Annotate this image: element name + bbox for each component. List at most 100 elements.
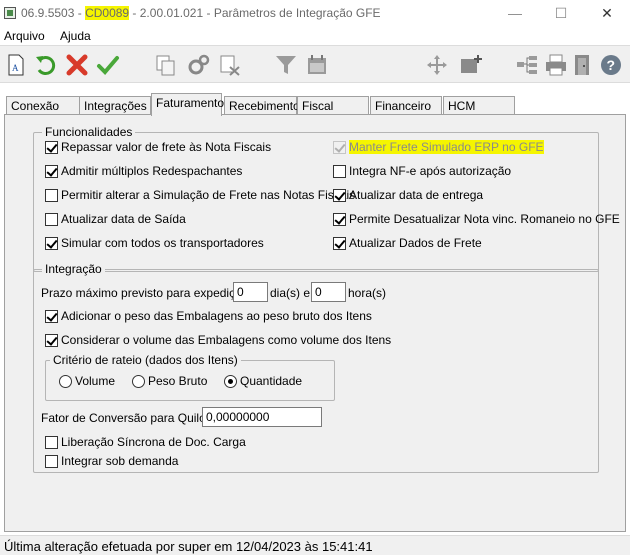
checkbox-label: Admitir múltiplos Redespachantes [61,164,243,178]
checkbox-box[interactable] [45,435,58,449]
radio-dot[interactable] [132,374,145,388]
status-bar: Última alteração efetuada por super em 1… [0,535,630,555]
menu-ajuda[interactable]: Ajuda [60,29,91,43]
fator-input[interactable] [202,407,322,427]
checkbox-box[interactable] [45,164,58,178]
print-icon[interactable] [543,52,569,78]
checkbox-simular-transportadores[interactable]: Simular com todos os transportadores [45,236,264,250]
checkbox-desatualizar-nota[interactable]: Permite Desatualizar Nota vinc. Romaneio… [333,212,620,226]
tree-icon[interactable] [514,52,540,78]
copy-icon[interactable] [153,52,179,78]
checkbox-box[interactable] [333,212,346,226]
title-highlight: CD0089 [85,6,130,20]
radio-label: Volume [75,374,116,388]
horas-suffix: hora(s) [348,286,387,300]
checkbox-box[interactable] [45,333,58,347]
criterio-legend: Critério de rateio (dados dos Itens) [50,353,241,367]
checkbox-repassar-frete[interactable]: Repassar valor de frete às Nota Fiscais [45,140,271,154]
help-icon[interactable]: ? [598,52,624,78]
checkbox-atualizar-dados-frete[interactable]: Atualizar Dados de Frete [333,236,482,250]
checkbox-box [333,140,346,154]
maximize-button[interactable]: ☐ [538,2,584,24]
app-icon [4,7,16,19]
funcionalidades-legend: Funcionalidades [42,125,136,139]
calendar-icon[interactable] [304,52,330,78]
tab-faturamento[interactable]: Faturamento [151,93,224,116]
tab-hcm[interactable]: HCM [443,96,515,115]
checkbox-box[interactable] [333,188,346,202]
radio-quantidade[interactable]: Quantidade [224,374,302,388]
checkbox-label: Simular com todos os transportadores [61,236,264,250]
checkbox-label: Repassar valor de frete às Nota Fiscais [61,140,272,154]
tab-financeiro[interactable]: Financeiro [370,96,442,115]
gears-icon[interactable] [186,52,212,78]
fator-label: Fator de Conversão para Quilos: [41,411,216,425]
checkbox-label: Atualizar Dados de Frete [349,236,482,250]
title-suffix: - 2.00.01.021 - Parâmetros de Integração… [129,6,381,20]
document-icon[interactable]: A [3,52,29,78]
dias-input[interactable] [233,282,268,302]
checkbox-label: Liberação Síncrona de Doc. Carga [61,435,246,449]
window-title: 06.9.5503 - CD0089 - 2.00.01.021 - Parâm… [21,6,381,20]
checkbox-label: Considerar o volume das Embalagens como … [61,333,392,347]
radio-peso-bruto[interactable]: Peso Bruto [132,374,207,388]
checkbox-integra-nfe[interactable]: Integra NF-e após autorização [333,164,511,178]
prazo-label: Prazo máximo previsto para expedição: [41,286,252,300]
minimize-button[interactable]: — [492,2,538,24]
checkbox-manter-frete-simulado: Manter Frete Simulado ERP no GFE [333,140,544,154]
checkbox-label: Atualizar data de entrega [349,188,484,202]
checkbox-label: Permite Desatualizar Nota vinc. Romaneio… [349,212,620,226]
horas-input[interactable] [311,282,346,302]
checkbox-box[interactable] [45,454,58,468]
checkbox-label: Integra NF-e após autorização [349,164,512,178]
checkbox-alterar-simulacao[interactable]: Permitir alterar a Simulação de Frete na… [45,188,355,202]
tab-recebimento[interactable]: Recebimento [224,96,300,115]
menu-bar: Arquivo Ajuda [0,27,630,45]
faturamento-panel: Funcionalidades Repassar valor de frete … [4,114,626,532]
menu-arquivo[interactable]: Arquivo [4,29,45,43]
checkbox-label: Permitir alterar a Simulação de Frete na… [61,188,356,202]
move-icon[interactable] [424,52,450,78]
exit-icon[interactable] [570,52,596,78]
radio-dot[interactable] [59,374,72,388]
checkbox-considerar-volume[interactable]: Considerar o volume das Embalagens como … [45,333,391,347]
checkbox-atualizar-data-saida[interactable]: Atualizar data de Saída [45,212,186,226]
checkbox-box[interactable] [45,236,58,250]
tab-strip: Conexão Integrações Faturamento Recebime… [0,83,630,116]
checkbox-label: Integrar sob demanda [61,454,179,468]
checkbox-box[interactable] [45,309,58,323]
filter-icon[interactable] [273,52,299,78]
radio-label: Peso Bruto [148,374,208,388]
checkbox-box[interactable] [45,212,58,226]
tab-integracoes[interactable]: Integrações [79,96,151,115]
tab-conexao[interactable]: Conexão [6,96,80,115]
toolbar: A ? [0,45,630,83]
checkbox-label: Manter Frete Simulado ERP no GFE [349,140,544,154]
checkbox-adicionar-peso[interactable]: Adicionar o peso das Embalagens ao peso … [45,309,372,323]
title-prefix: 06.9.5503 - [21,6,86,20]
settings-doc-icon[interactable] [217,52,243,78]
svg-text:?: ? [607,57,616,73]
checkbox-multiplos-redespachantes[interactable]: Admitir múltiplos Redespachantes [45,164,242,178]
checkbox-box[interactable] [45,188,58,202]
checkbox-box[interactable] [333,236,346,250]
checkbox-label: Atualizar data de Saída [61,212,186,226]
title-bar: 06.9.5503 - CD0089 - 2.00.01.021 - Parâm… [0,0,630,27]
confirm-icon[interactable] [95,52,121,78]
checkbox-box[interactable] [45,140,58,154]
folder-add-icon[interactable] [458,52,484,78]
svg-text:A: A [12,63,19,73]
checkbox-box[interactable] [333,164,346,178]
radio-dot[interactable] [224,374,237,388]
dias-suffix: dia(s) e [270,286,311,300]
checkbox-atualizar-data-entrega[interactable]: Atualizar data de entrega [333,188,483,202]
radio-volume[interactable]: Volume [59,374,115,388]
close-button[interactable]: ✕ [584,2,630,24]
cancel-icon[interactable] [64,52,90,78]
tab-fiscal[interactable]: Fiscal [297,96,369,115]
checkbox-liberacao-sincrona[interactable]: Liberação Síncrona de Doc. Carga [45,435,246,449]
radio-label: Quantidade [240,374,303,388]
undo-icon[interactable] [32,52,58,78]
checkbox-label: Adicionar o peso das Embalagens ao peso … [61,309,372,323]
checkbox-integrar-sob-demanda[interactable]: Integrar sob demanda [45,454,178,468]
